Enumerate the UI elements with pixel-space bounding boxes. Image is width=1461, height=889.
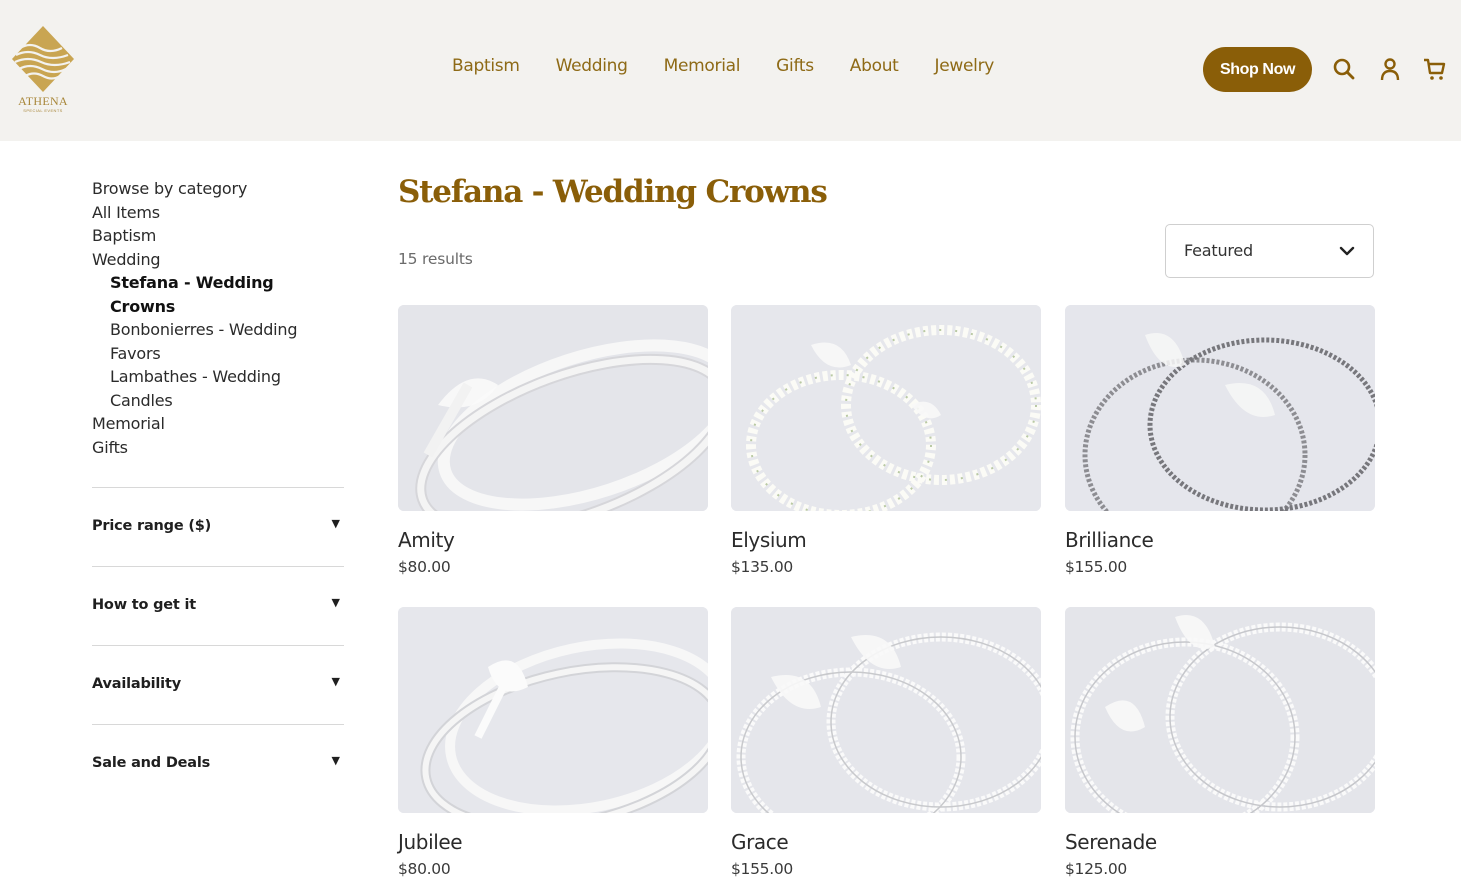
filter-sale-and-deals[interactable]: Sale and Deals ▼ bbox=[92, 725, 344, 803]
filter-availability[interactable]: Availability ▼ bbox=[92, 646, 344, 724]
logo-subtext: SPECIAL EVENTS bbox=[23, 108, 63, 113]
sort-value: Featured bbox=[1184, 241, 1254, 260]
product-card[interactable]: Jubilee $80.00 bbox=[398, 607, 708, 879]
category-all-items[interactable]: All Items bbox=[92, 201, 344, 225]
product-price: $125.00 bbox=[1065, 860, 1127, 878]
category-memorial[interactable]: Memorial bbox=[92, 412, 344, 436]
product-image[interactable] bbox=[1065, 305, 1375, 511]
product-name[interactable]: Elysium bbox=[731, 528, 1041, 552]
product-name[interactable]: Amity bbox=[398, 528, 708, 552]
expand-arrow-icon: ▼ bbox=[331, 517, 340, 530]
shop-now-button[interactable]: Shop Now bbox=[1203, 47, 1312, 92]
product-price: $80.00 bbox=[398, 558, 451, 576]
product-card[interactable]: Amity $80.00 bbox=[398, 305, 708, 577]
category-list: Browse by category All Items Baptism Wed… bbox=[92, 177, 344, 459]
product-name[interactable]: Brilliance bbox=[1065, 528, 1375, 552]
category-stefana[interactable]: Stefana - Wedding Crowns bbox=[92, 271, 332, 318]
nav-memorial[interactable]: Memorial bbox=[664, 56, 741, 76]
nav-wedding[interactable]: Wedding bbox=[556, 56, 628, 76]
chevron-down-icon bbox=[1339, 243, 1355, 263]
nav-gifts[interactable]: Gifts bbox=[776, 56, 814, 76]
site-header: ATHENA SPECIAL EVENTS Baptism Wedding Me… bbox=[0, 0, 1461, 141]
filter-price-range[interactable]: Price range ($) ▼ bbox=[92, 488, 344, 566]
product-name[interactable]: Serenade bbox=[1065, 830, 1375, 854]
search-icon[interactable] bbox=[1332, 56, 1356, 82]
product-card[interactable]: Brilliance $155.00 bbox=[1065, 305, 1375, 577]
expand-arrow-icon: ▼ bbox=[331, 675, 340, 688]
product-image[interactable] bbox=[398, 607, 708, 813]
category-gifts[interactable]: Gifts bbox=[92, 436, 344, 460]
category-lambathes[interactable]: Lambathes - Wedding Candles bbox=[92, 365, 332, 412]
product-price: $135.00 bbox=[731, 558, 793, 576]
product-price: $80.00 bbox=[398, 860, 451, 878]
results-count: 15 results bbox=[398, 250, 473, 268]
product-image[interactable] bbox=[731, 607, 1041, 813]
product-name[interactable]: Jubilee bbox=[398, 830, 708, 854]
logo-mark bbox=[12, 26, 74, 92]
expand-arrow-icon: ▼ bbox=[331, 596, 340, 609]
category-bonbonierres[interactable]: Bonbonierres - Wedding Favors bbox=[92, 318, 332, 365]
product-card[interactable]: Grace $155.00 bbox=[731, 607, 1041, 879]
browse-heading: Browse by category bbox=[92, 179, 248, 198]
category-sidebar: Browse by category All Items Baptism Wed… bbox=[92, 177, 344, 803]
cart-icon[interactable] bbox=[1423, 56, 1447, 82]
filter-how-to-get-it[interactable]: How to get it ▼ bbox=[92, 567, 344, 645]
main-nav: Baptism Wedding Memorial Gifts About Jew… bbox=[452, 56, 994, 76]
logo-text: ATHENA bbox=[18, 94, 68, 108]
category-wedding[interactable]: Wedding bbox=[92, 248, 344, 272]
product-image[interactable] bbox=[731, 305, 1041, 511]
filter-title: How to get it bbox=[92, 597, 196, 613]
athena-logo[interactable]: ATHENA SPECIAL EVENTS bbox=[10, 24, 76, 116]
expand-arrow-icon: ▼ bbox=[331, 754, 340, 767]
filter-title: Sale and Deals bbox=[92, 755, 211, 771]
product-price: $155.00 bbox=[731, 860, 793, 878]
nav-about[interactable]: About bbox=[850, 56, 899, 76]
filter-title: Price range ($) bbox=[92, 518, 212, 534]
filter-title: Availability bbox=[92, 676, 181, 692]
product-card[interactable]: Serenade $125.00 bbox=[1065, 607, 1375, 879]
nav-jewelry[interactable]: Jewelry bbox=[935, 56, 995, 76]
nav-baptism[interactable]: Baptism bbox=[452, 56, 520, 76]
product-image[interactable] bbox=[1065, 607, 1375, 813]
category-baptism[interactable]: Baptism bbox=[92, 224, 344, 248]
page-title: Stefana - Wedding Crowns bbox=[398, 174, 828, 210]
sort-dropdown[interactable]: Featured bbox=[1165, 224, 1374, 278]
account-icon[interactable] bbox=[1378, 56, 1402, 82]
product-price: $155.00 bbox=[1065, 558, 1127, 576]
product-name[interactable]: Grace bbox=[731, 830, 1041, 854]
product-card[interactable]: Elysium $135.00 bbox=[731, 305, 1041, 577]
product-image[interactable] bbox=[398, 305, 708, 511]
